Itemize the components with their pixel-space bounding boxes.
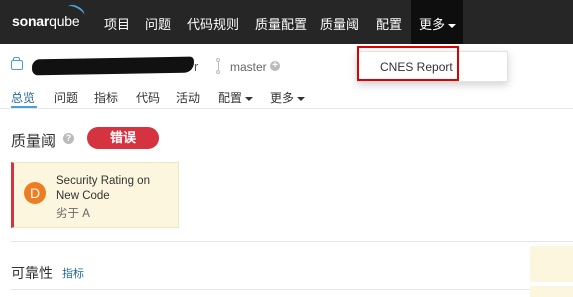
nav-more[interactable]: 更多 bbox=[419, 14, 457, 33]
reliability-title: 可靠性 bbox=[11, 265, 53, 281]
side-panel bbox=[530, 286, 573, 297]
condition-threshold: 劣于 A bbox=[56, 208, 90, 220]
redacted-project-name bbox=[31, 56, 195, 76]
tab-activity[interactable]: 活动 bbox=[176, 89, 200, 106]
condition-metric-label: Security Rating on New Code bbox=[56, 175, 150, 202]
tab-measures[interactable]: 指标 bbox=[94, 89, 118, 106]
nav-administration[interactable]: 配置 bbox=[376, 14, 402, 33]
section-divider bbox=[11, 289, 530, 290]
tab-overview[interactable]: 总览 bbox=[11, 89, 35, 106]
nav-quality-profiles[interactable]: 质量配置 bbox=[255, 14, 307, 33]
nav-more-label: 更多 bbox=[419, 17, 446, 32]
tab-issues[interactable]: 问题 bbox=[54, 89, 78, 106]
chevron-down-icon bbox=[245, 96, 254, 101]
project-name-tail[interactable]: r bbox=[194, 59, 198, 74]
help-icon[interactable]: ? bbox=[63, 133, 74, 144]
tab-code[interactable]: 代码 bbox=[136, 89, 160, 106]
tab-administration-label: 配置 bbox=[218, 91, 243, 105]
nav-issues[interactable]: 问题 bbox=[145, 14, 171, 33]
highlight-box bbox=[357, 46, 459, 81]
tab-more-label: 更多 bbox=[270, 91, 295, 105]
chevron-down-icon bbox=[448, 23, 457, 28]
quality-gate-title: 质量阈 bbox=[11, 133, 57, 150]
branch-icon bbox=[215, 58, 221, 74]
side-panel bbox=[530, 246, 573, 282]
reliability-measures-link[interactable]: 指标 bbox=[62, 265, 84, 281]
quality-gate-status-badge: 错误 bbox=[87, 127, 159, 149]
nav-rules[interactable]: 代码规则 bbox=[187, 14, 239, 33]
branch-name[interactable]: master bbox=[230, 60, 267, 74]
plus-circle-icon[interactable]: + bbox=[270, 61, 280, 71]
section-divider bbox=[11, 241, 573, 242]
rating-badge: D bbox=[24, 182, 46, 204]
tab-more[interactable]: 更多 bbox=[270, 89, 306, 106]
chevron-down-icon bbox=[297, 96, 306, 101]
nav-projects[interactable]: 项目 bbox=[104, 14, 130, 33]
project-icon bbox=[11, 57, 23, 70]
tab-administration[interactable]: 配置 bbox=[218, 89, 254, 106]
nav-quality-gates[interactable]: 质量阈 bbox=[320, 14, 359, 33]
sonarqube-logo[interactable]: sonarqube bbox=[12, 13, 80, 29]
subnav-divider bbox=[0, 108, 573, 109]
